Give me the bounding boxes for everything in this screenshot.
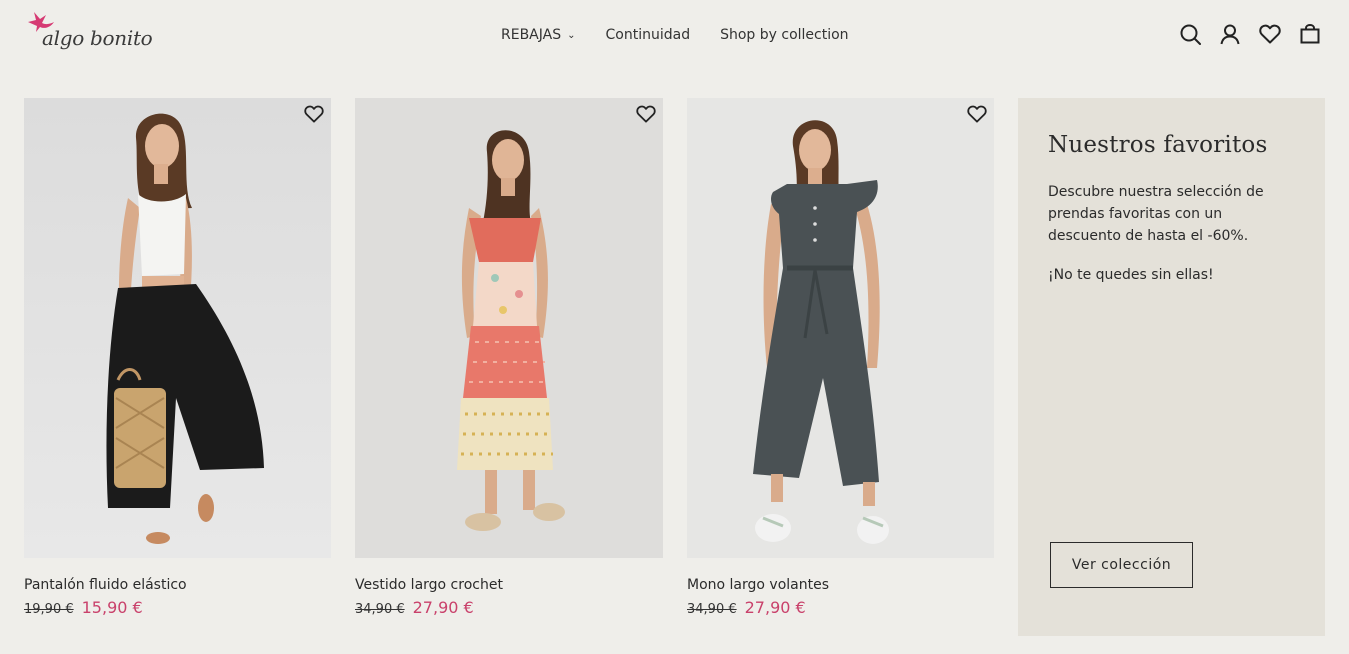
product-image[interactable] xyxy=(355,98,663,558)
nav-item-shop-by-collection[interactable]: Shop by collection xyxy=(720,27,848,43)
header-actions xyxy=(1179,22,1321,46)
product-image[interactable] xyxy=(687,98,994,558)
sale-price: 15,90 € xyxy=(81,598,143,617)
nav-item-label: REBAJAS xyxy=(501,27,562,43)
price-row: 19,90 € 15,90 € xyxy=(24,598,331,617)
chevron-down-icon: ⌄ xyxy=(567,30,576,41)
nav-item-rebajas[interactable]: REBAJAS ⌄ xyxy=(501,27,576,43)
wishlist-heart-icon[interactable] xyxy=(303,103,325,125)
price-row: 34,90 € 27,90 € xyxy=(355,598,663,617)
original-price: 19,90 € xyxy=(24,602,74,617)
bag-icon[interactable] xyxy=(1299,22,1321,46)
nav-item-label: Continuidad xyxy=(605,27,691,43)
nav-item-label: Shop by collection xyxy=(720,27,849,43)
product-name[interactable]: Vestido largo crochet xyxy=(355,577,663,593)
promo-note: ¡No te quedes sin ellas! xyxy=(1048,267,1214,283)
brand-logo[interactable]: algo bonito xyxy=(26,12,153,62)
promo-title: Nuestros favoritos xyxy=(1048,132,1268,158)
original-price: 34,90 € xyxy=(687,602,737,617)
brand-name: algo bonito xyxy=(42,26,153,50)
view-collection-button[interactable]: Ver colección xyxy=(1050,542,1193,588)
product-name[interactable]: Mono largo volantes xyxy=(687,577,994,593)
wishlist-heart-icon[interactable] xyxy=(966,103,988,125)
site-header: algo bonito REBAJAS ⌄ Continuidad Shop b… xyxy=(0,0,1349,72)
wishlist-heart-icon[interactable] xyxy=(635,103,657,125)
nav-item-continuidad[interactable]: Continuidad xyxy=(606,27,691,43)
promo-description: Descubre nuestra selección de prendas fa… xyxy=(1048,184,1264,244)
product-name[interactable]: Pantalón fluido elástico xyxy=(24,577,331,593)
sale-price: 27,90 € xyxy=(412,598,474,617)
product-card[interactable]: Pantalón fluido elástico 19,90 € 15,90 € xyxy=(24,98,331,617)
search-icon[interactable] xyxy=(1179,22,1201,46)
price-row: 34,90 € 27,90 € xyxy=(687,598,994,617)
product-card[interactable]: Mono largo volantes 34,90 € 27,90 € xyxy=(687,98,994,617)
product-image[interactable] xyxy=(24,98,331,558)
sale-price: 27,90 € xyxy=(744,598,806,617)
main-nav: REBAJAS ⌄ Continuidad Shop by collection xyxy=(501,27,849,43)
favorites-promo-panel: Nuestros favoritos Descubre nuestra sele… xyxy=(1018,98,1325,636)
product-card[interactable]: Vestido largo crochet 34,90 € 27,90 € xyxy=(355,98,663,617)
original-price: 34,90 € xyxy=(355,602,405,617)
heart-icon[interactable] xyxy=(1259,22,1281,46)
account-icon[interactable] xyxy=(1219,22,1241,46)
